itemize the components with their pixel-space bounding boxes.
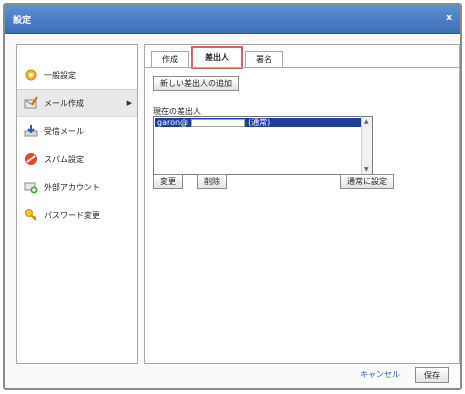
sidebar-item-compose[interactable]: メール作成 ▶ xyxy=(17,89,137,117)
tab-label: 署名 xyxy=(256,55,272,64)
external-account-icon xyxy=(24,180,38,194)
cancel-link[interactable]: キャンセル xyxy=(360,369,400,380)
inbox-download-icon xyxy=(24,124,38,138)
title-bar: 設定 x xyxy=(5,5,460,34)
tab-compose[interactable]: 作成 xyxy=(151,51,189,67)
delete-button[interactable]: 削除 xyxy=(197,174,227,189)
settings-sidebar: 一般設定 メール作成 ▶ 受信メール スパム設定 外部アカウント パスワード変更 xyxy=(16,44,138,364)
close-icon[interactable]: x xyxy=(446,13,452,23)
settings-dialog: 設定 x 一般設定 メール作成 ▶ 受信メール スパム設定 外部アカウント パス… xyxy=(3,3,462,390)
list-item[interactable]: garon@ (通常) xyxy=(155,118,361,127)
gear-icon xyxy=(24,68,38,82)
tab-signature[interactable]: 署名 xyxy=(245,51,283,67)
settings-main-panel: 作成 差出人 署名 新しい差出人の追加 現在の差出人 garon@ (通常) ▲… xyxy=(144,44,460,364)
tab-bar: 作成 差出人 署名 xyxy=(151,46,285,69)
redacted-field xyxy=(191,118,246,127)
sidebar-item-label: パスワード変更 xyxy=(44,210,100,220)
sidebar-item-label: メール作成 xyxy=(44,98,84,108)
save-button[interactable]: 保存 xyxy=(415,367,449,383)
sidebar-item-external-account[interactable]: 外部アカウント xyxy=(17,173,137,201)
dialog-content: 一般設定 メール作成 ▶ 受信メール スパム設定 外部アカウント パスワード変更… xyxy=(5,34,460,388)
sidebar-item-label: 一般設定 xyxy=(44,70,76,80)
tab-label: 作成 xyxy=(162,55,178,64)
sender-default-badge: (通常) xyxy=(248,118,271,127)
sidebar-item-inbox[interactable]: 受信メール xyxy=(17,117,137,145)
sender-address-prefix: garon@ xyxy=(157,118,189,127)
change-button[interactable]: 変更 xyxy=(153,174,183,189)
sidebar-item-password[interactable]: パスワード変更 xyxy=(17,201,137,229)
tab-sender[interactable]: 差出人 xyxy=(191,46,243,69)
set-default-button[interactable]: 通常に設定 xyxy=(340,174,394,189)
tab-label: 差出人 xyxy=(205,53,229,62)
add-sender-button[interactable]: 新しい差出人の追加 xyxy=(153,76,239,91)
scroll-up-icon[interactable]: ▲ xyxy=(364,118,369,125)
pencil-mail-icon xyxy=(24,96,38,110)
listbox-scrollbar[interactable]: ▲ ▼ xyxy=(361,117,372,174)
sidebar-item-general[interactable]: 一般設定 xyxy=(17,61,137,89)
sender-listbox[interactable]: garon@ (通常) ▲ ▼ xyxy=(153,116,373,175)
spam-block-icon xyxy=(24,152,38,166)
sidebar-item-spam[interactable]: スパム設定 xyxy=(17,145,137,173)
tab-divider xyxy=(145,67,459,68)
dialog-title: 設定 xyxy=(13,16,32,26)
sidebar-item-label: 外部アカウント xyxy=(44,182,100,192)
key-icon xyxy=(24,208,38,222)
chevron-right-icon: ▶ xyxy=(126,99,132,107)
scroll-down-icon[interactable]: ▼ xyxy=(364,166,369,173)
sidebar-item-label: 受信メール xyxy=(44,126,84,136)
sidebar-item-label: スパム設定 xyxy=(44,154,84,164)
